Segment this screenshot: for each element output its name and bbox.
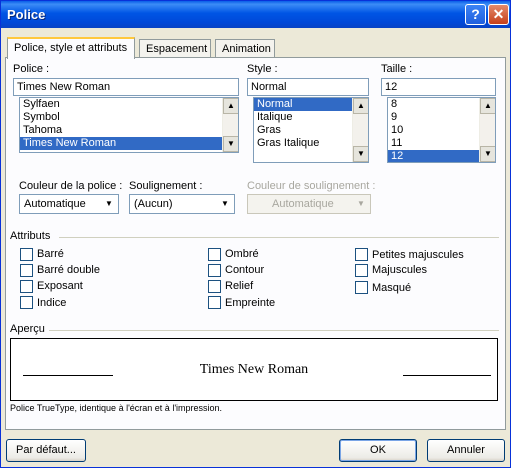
set-default-label: Par défaut...	[16, 444, 76, 456]
underline-color-value: Automatique	[272, 198, 334, 210]
underline-color-select: Automatique ▼	[247, 194, 371, 214]
scroll-down-icon[interactable]: ▼	[353, 146, 368, 162]
underline-select[interactable]: (Aucun) ▼	[129, 194, 235, 214]
subscript-checkbox[interactable]	[20, 296, 33, 309]
style-value: Normal	[251, 81, 287, 93]
scroll-up-icon[interactable]: ▲	[353, 98, 368, 114]
list-item[interactable]: Symbol	[20, 111, 238, 124]
superscript-checkbox[interactable]	[20, 280, 33, 293]
tab-animation[interactable]: Animation	[215, 39, 275, 59]
cancel-label: Annuler	[447, 444, 485, 456]
font-label: Police :	[13, 63, 50, 75]
font-color-label: Couleur de la police :	[19, 180, 123, 192]
list-item[interactable]: Tahoma	[20, 124, 238, 137]
preview-divider	[49, 330, 499, 331]
font-color-value: Automatique	[24, 198, 86, 210]
tab-label: Animation	[222, 43, 271, 55]
list-item[interactable]: Gras Italique	[254, 137, 368, 150]
style-label: Style :	[247, 63, 278, 75]
ok-label: OK	[370, 444, 386, 456]
font-name-input[interactable]: Times New Roman	[13, 78, 239, 96]
emboss-label: Relief	[225, 280, 254, 292]
list-item-selected[interactable]: Normal	[254, 98, 368, 111]
tab-label: Police, style et attributs	[14, 42, 128, 54]
double-strikethrough-label: Barré double	[37, 264, 100, 276]
chevron-down-icon: ▼	[353, 196, 369, 212]
shadow-label: Ombré	[225, 248, 259, 260]
tab-spacing[interactable]: Espacement	[139, 39, 211, 59]
engrave-checkbox[interactable]	[208, 296, 221, 309]
list-item[interactable]: Italique	[254, 111, 368, 124]
tab-label: Espacement	[146, 43, 208, 55]
chevron-down-icon[interactable]: ▼	[101, 196, 117, 212]
all-caps-label: Majuscules	[372, 264, 428, 276]
subscript-label: Indice	[37, 297, 67, 309]
font-list[interactable]: Sylfaen Symbol Tahoma Times New Roman ▲ …	[19, 97, 239, 153]
double-strikethrough-checkbox[interactable]	[20, 264, 33, 277]
font-dialog: Police ? ✕ Police, style et attributs Es…	[0, 0, 511, 468]
strikethrough-checkbox[interactable]	[20, 248, 33, 261]
help-button[interactable]: ?	[465, 4, 486, 25]
attributes-title: Attributs	[10, 230, 51, 242]
hidden-label: Masqué	[372, 282, 412, 294]
underline-color-label: Couleur de soulignement :	[247, 180, 376, 192]
font-color-select[interactable]: Automatique ▼	[19, 194, 119, 214]
shadow-checkbox[interactable]	[208, 248, 221, 261]
ok-button[interactable]: OK	[339, 439, 417, 462]
list-item[interactable]: Sylfaen	[20, 98, 238, 111]
superscript-label: Exposant	[37, 280, 83, 292]
scroll-up-icon[interactable]: ▲	[480, 98, 495, 114]
close-icon: ✕	[492, 6, 505, 22]
size-input[interactable]: 12	[381, 78, 496, 96]
dialog-title: Police	[7, 7, 46, 22]
size-label: Taille :	[381, 63, 413, 75]
small-caps-checkbox[interactable]	[355, 248, 368, 261]
style-list[interactable]: Normal Italique Gras Gras Italique ▲ ▼	[253, 97, 369, 163]
preview-title: Aperçu	[10, 323, 45, 335]
size-list-scrollbar[interactable]: ▲ ▼	[479, 98, 495, 162]
attributes-divider	[59, 237, 499, 238]
underline-label: Soulignement :	[129, 180, 203, 192]
font-name-value: Times New Roman	[17, 81, 111, 93]
engrave-label: Empreinte	[225, 297, 276, 309]
preview-rule-right	[403, 375, 491, 376]
outline-checkbox[interactable]	[208, 264, 221, 277]
underline-value: (Aucun)	[134, 198, 173, 210]
set-default-button[interactable]: Par défaut...	[6, 439, 86, 462]
size-value: 12	[385, 81, 398, 93]
style-input[interactable]: Normal	[247, 78, 369, 96]
title-bar: Police ? ✕	[1, 1, 510, 28]
strikethrough-label: Barré	[37, 248, 64, 260]
scroll-down-icon[interactable]: ▼	[480, 146, 495, 162]
preview-box: Times New Roman	[10, 338, 498, 401]
scroll-up-icon[interactable]: ▲	[223, 98, 238, 114]
emboss-checkbox[interactable]	[208, 280, 221, 293]
preview-note: Police TrueType, identique à l'écran et …	[10, 403, 223, 413]
list-item-selected[interactable]: Times New Roman	[20, 137, 238, 150]
tab-font-style-attributes[interactable]: Police, style et attributs	[7, 37, 135, 59]
hidden-checkbox[interactable]	[355, 281, 368, 294]
scroll-down-icon[interactable]: ▼	[223, 136, 238, 152]
style-list-scrollbar[interactable]: ▲ ▼	[352, 98, 368, 162]
outline-label: Contour	[225, 264, 265, 276]
small-caps-label: Petites majuscules	[372, 249, 464, 261]
all-caps-checkbox[interactable]	[355, 264, 368, 277]
font-list-scrollbar[interactable]: ▲ ▼	[222, 98, 238, 152]
help-icon: ?	[471, 6, 480, 22]
close-button[interactable]: ✕	[488, 4, 509, 25]
list-item[interactable]: Gras	[254, 124, 368, 137]
size-list[interactable]: 8 9 10 11 12 ▲ ▼	[387, 97, 496, 163]
chevron-down-icon[interactable]: ▼	[217, 196, 233, 212]
cancel-button[interactable]: Annuler	[427, 439, 505, 462]
